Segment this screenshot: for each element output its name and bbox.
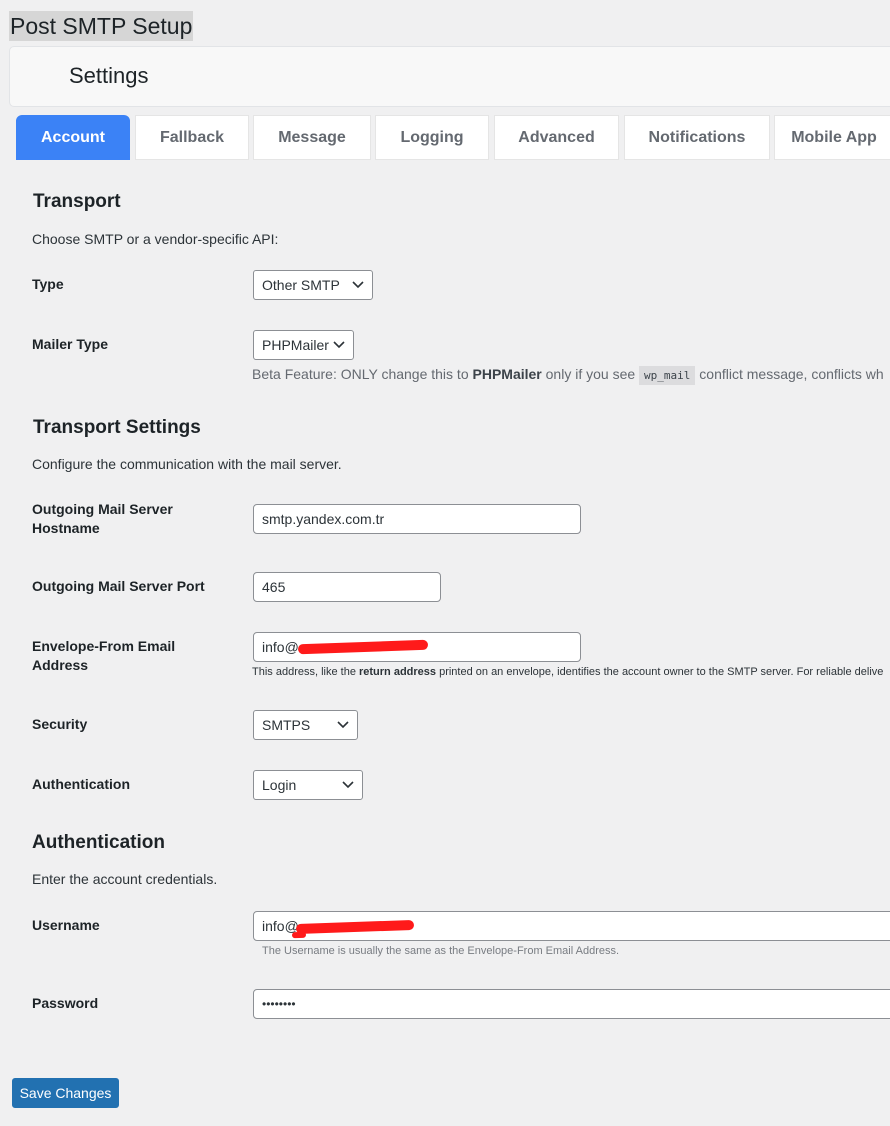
chevron-down-icon xyxy=(342,781,354,789)
transport-description: Choose SMTP or a vendor-specific API: xyxy=(32,231,279,247)
mailer-type-label: Mailer Type xyxy=(32,336,108,352)
page-title: Post SMTP Setup xyxy=(9,11,194,41)
redaction-mark xyxy=(291,931,307,939)
save-changes-button[interactable]: Save Changes xyxy=(12,1078,119,1108)
password-input[interactable]: •••••••• xyxy=(253,989,890,1019)
tab-fallback[interactable]: Fallback xyxy=(135,115,249,160)
port-label: Outgoing Mail Server Port xyxy=(32,578,205,594)
type-label: Type xyxy=(32,276,64,292)
tab-logging[interactable]: Logging xyxy=(375,115,489,160)
tab-account[interactable]: Account xyxy=(16,115,130,160)
envelope-from-note: This address, like the return address pr… xyxy=(252,666,884,678)
mailer-type-note: Beta Feature: ONLY change this to PHPMai… xyxy=(252,366,884,385)
transport-heading: Transport xyxy=(33,191,121,212)
authentication-description: Enter the account credentials. xyxy=(32,871,218,887)
authentication-heading: Authentication xyxy=(32,832,165,853)
chevron-down-icon xyxy=(337,721,349,729)
chevron-down-icon xyxy=(352,281,364,289)
transport-settings-description: Configure the communication with the mai… xyxy=(32,456,342,472)
username-label: Username xyxy=(32,917,100,933)
type-select[interactable]: Other SMTP xyxy=(253,270,373,300)
settings-label: Settings xyxy=(69,63,149,88)
security-label: Security xyxy=(32,716,88,732)
envelope-from-value: info@ xyxy=(262,639,299,655)
hostname-label: Outgoing Mail Server Hostname xyxy=(32,501,173,536)
authentication-select-value: Login xyxy=(262,777,297,793)
tab-advanced[interactable]: Advanced xyxy=(494,115,619,160)
tab-mobile-app[interactable]: Mobile App xyxy=(774,115,890,160)
tab-message[interactable]: Message xyxy=(253,115,371,160)
type-select-value: Other SMTP xyxy=(262,277,340,293)
hostname-input[interactable]: smtp.yandex.com.tr xyxy=(253,504,581,534)
mailer-type-select-value: PHPMailer xyxy=(262,337,329,353)
transport-settings-heading: Transport Settings xyxy=(33,417,201,438)
password-label: Password xyxy=(32,995,99,1011)
security-select-value: SMTPS xyxy=(262,717,311,733)
settings-header: Settings xyxy=(9,46,890,107)
port-input[interactable]: 465 xyxy=(253,572,441,602)
authentication-select[interactable]: Login xyxy=(253,770,363,800)
tab-notifications[interactable]: Notifications xyxy=(624,115,770,160)
envelope-from-label: Envelope-From Email Address xyxy=(32,638,176,673)
authentication-type-label: Authentication xyxy=(32,776,130,792)
mailer-type-select[interactable]: PHPMailer xyxy=(253,330,354,360)
chevron-down-icon xyxy=(333,341,345,349)
security-select[interactable]: SMTPS xyxy=(253,710,358,740)
wp-mail-code: wp_mail xyxy=(639,366,696,385)
username-note: The Username is usually the same as the … xyxy=(262,945,620,957)
